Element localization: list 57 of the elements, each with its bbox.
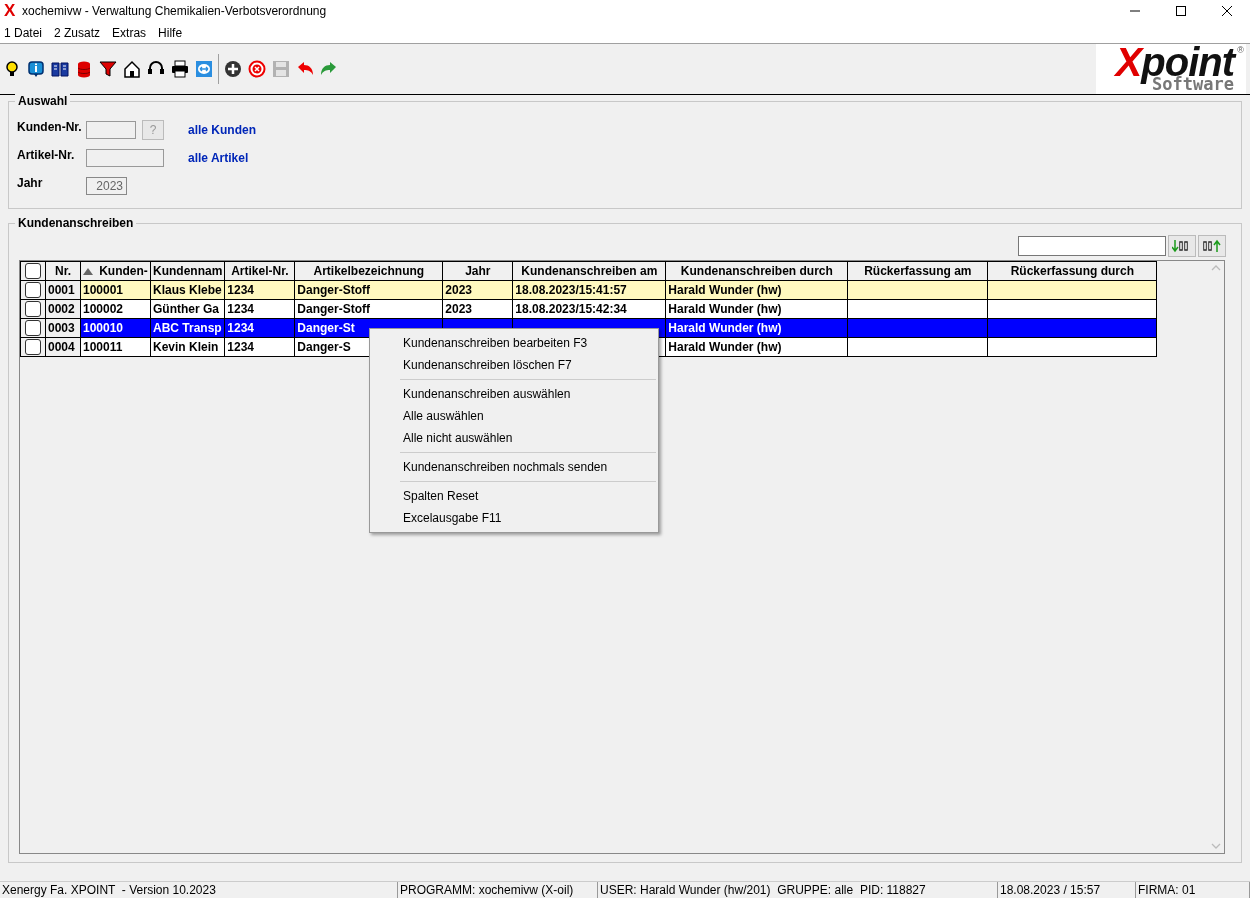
menu-item[interactable]: Extras (112, 25, 159, 40)
context-menu-item[interactable]: Kundenanschreiben auswählen (370, 383, 658, 405)
app-logo: X (4, 1, 17, 21)
delete-icon[interactable] (247, 59, 267, 79)
hint-text: alle Kunden (188, 123, 256, 137)
printer-icon[interactable] (170, 59, 190, 79)
status-text: USER: Harald Wunder (hw/201) GRUPPE: alle PID: 118827 (598, 882, 998, 898)
find-up-icon (1202, 237, 1222, 255)
status-text: FIRMA: 01 (1136, 882, 1250, 898)
menu-item[interactable]: 1 Datei (4, 25, 55, 40)
search-field[interactable] (1018, 236, 1166, 256)
row-checkbox[interactable] (25, 339, 41, 355)
menu-item[interactable]: 2 Zusatz (54, 25, 113, 40)
field-label: Artikel-Nr. (17, 147, 76, 162)
logo: Xpoint® Software (1096, 44, 1246, 94)
column-header[interactable]: Kundennam (150, 261, 225, 281)
add-icon[interactable] (223, 59, 243, 79)
column-header[interactable]: Artikel-Nr. (224, 261, 295, 281)
context-menu-item[interactable]: Kundenanschreiben nochmals senden (370, 456, 658, 478)
context-menu-item[interactable]: Kundenanschreiben löschen F7 (370, 354, 658, 376)
context-menu-item[interactable]: Excelausgabe F11 (370, 507, 658, 529)
panel-title: Kundenanschreiben (15, 216, 137, 230)
filter-icon[interactable] (98, 59, 118, 79)
field-label: Jahr (17, 175, 44, 190)
book-icon[interactable] (50, 59, 70, 79)
input-field[interactable] (86, 149, 164, 167)
input-field[interactable] (86, 121, 136, 139)
context-menu-item[interactable]: Alle nicht auswählen (370, 427, 658, 449)
column-header[interactable]: Jahr (442, 261, 513, 281)
info-icon[interactable] (26, 59, 46, 79)
status-text: PROGRAMM: xochemivw (X-oil) (398, 882, 598, 898)
select-all-checkbox[interactable] (25, 263, 41, 279)
search-next-button[interactable] (1168, 235, 1196, 257)
house-icon[interactable] (122, 59, 142, 79)
menu-item[interactable]: Hilfe (158, 25, 195, 40)
status-text: 18.08.2023 / 15:57 (998, 882, 1136, 898)
input-field[interactable]: 2023 (86, 177, 127, 195)
column-header[interactable]: Kunden- (80, 261, 151, 281)
status-text: Xenergy Fa. XPOINT - Version 10.2023 (0, 882, 398, 898)
row-checkbox[interactable] (25, 320, 41, 336)
field-label: Kunden-Nr. (17, 119, 83, 134)
column-header[interactable]: Kundenanschreiben durch (665, 261, 848, 281)
column-header[interactable]: Artikelbezeichnung (294, 261, 443, 281)
panel-title: Auswahl (15, 94, 71, 108)
column-header[interactable]: Rückerfassung am (847, 261, 988, 281)
context-menu-item[interactable]: Alle auswählen (370, 405, 658, 427)
context-menu-item[interactable]: Spalten Reset (370, 485, 658, 507)
window-title: xochemivw - Verwaltung Chemikalien-Verbotsverordnung (22, 4, 328, 18)
maximize-icon[interactable] (1176, 6, 1186, 16)
hint-text: alle Artikel (188, 151, 249, 165)
column-header[interactable]: Kundenanschreiben am (512, 261, 666, 281)
close-icon[interactable] (1222, 6, 1232, 16)
column-header[interactable]: Nr. (45, 261, 81, 281)
column-header[interactable]: Rückerfassung durch (987, 261, 1157, 281)
row-checkbox[interactable] (25, 301, 41, 317)
row-checkbox[interactable] (25, 282, 41, 298)
search-previous-button[interactable] (1198, 235, 1226, 257)
